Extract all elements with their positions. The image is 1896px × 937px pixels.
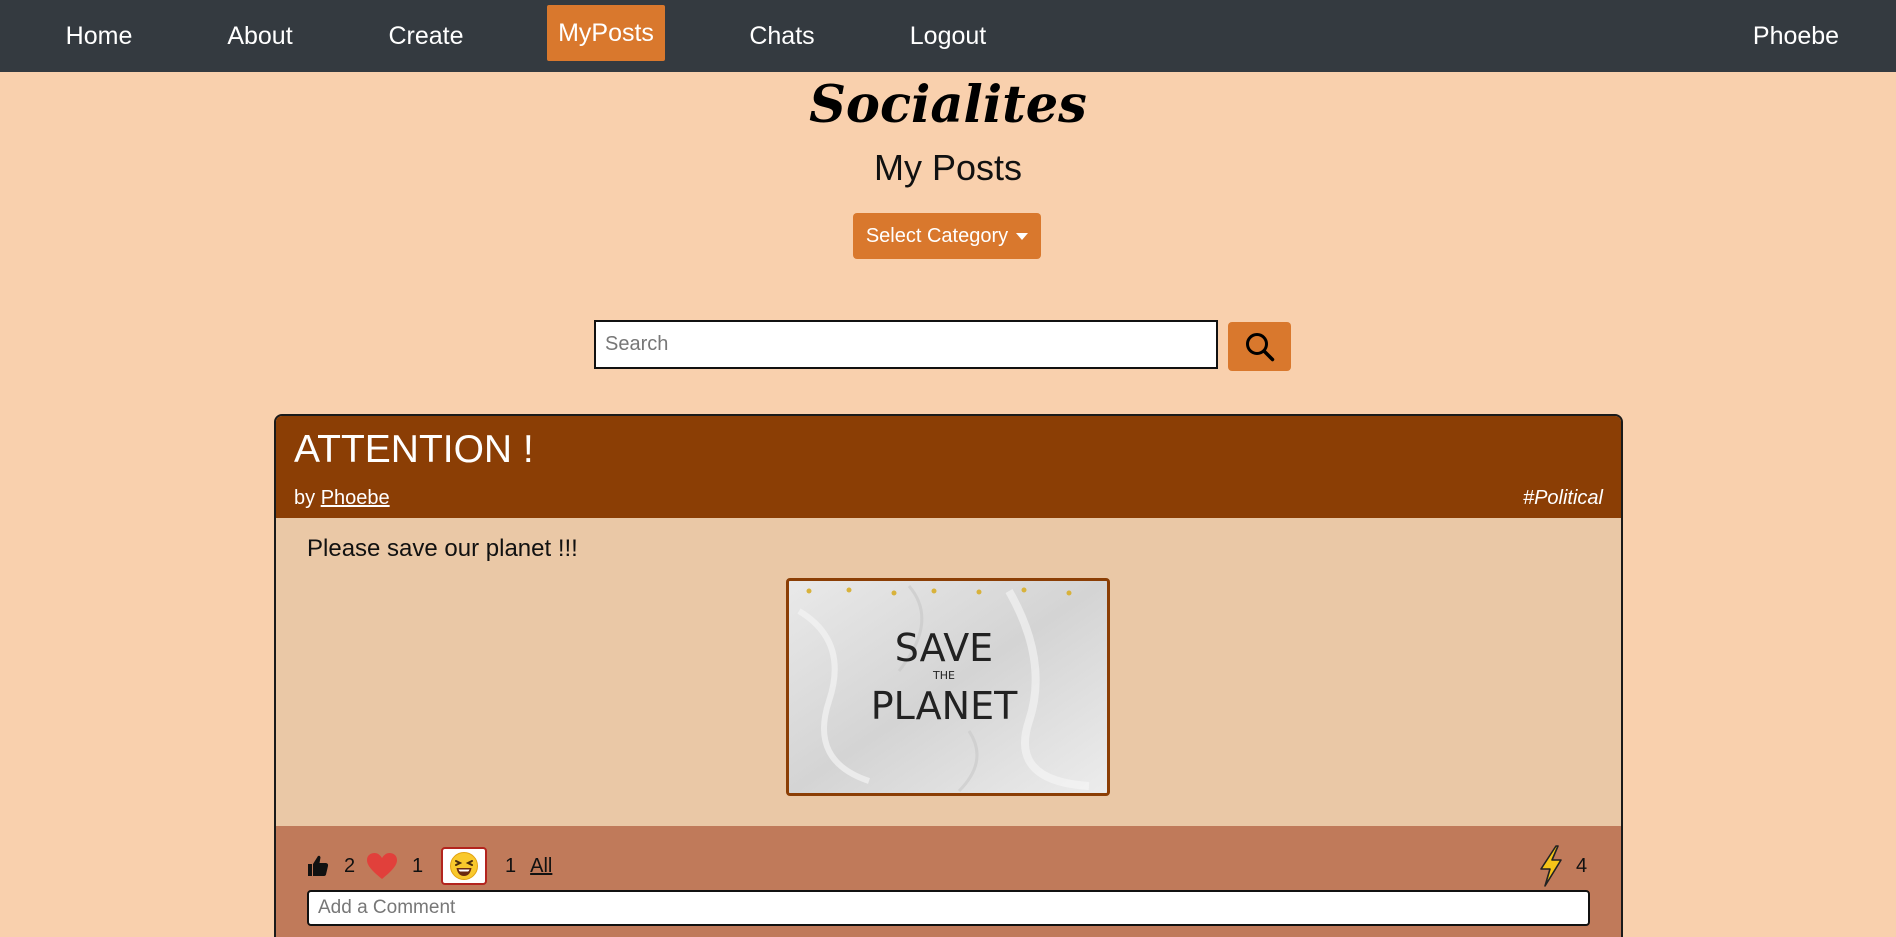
nav-myposts-link[interactable]: MyPosts — [547, 5, 665, 61]
nav-chats-link[interactable]: Chats — [736, 0, 828, 72]
image-text-planet: PLANET — [871, 684, 1018, 728]
laugh-button[interactable] — [441, 847, 487, 885]
image-text-the: THE — [932, 669, 955, 682]
like-button[interactable] — [306, 854, 330, 878]
comment-input[interactable] — [307, 890, 1590, 926]
post-header: ATTENTION ! by Phoebe #Political — [276, 416, 1621, 518]
save-the-planet-image: SAVE THE PLANET — [789, 581, 1107, 793]
laugh-count: 1 — [505, 854, 517, 877]
boost-reaction: 4 — [1538, 845, 1588, 887]
love-count: 1 — [412, 854, 424, 877]
boost-button[interactable] — [1538, 845, 1564, 887]
like-reaction: 2 — [306, 848, 355, 884]
nav-logout-link[interactable]: Logout — [898, 0, 998, 72]
laughing-face-icon — [450, 852, 478, 880]
caret-down-icon — [1016, 232, 1029, 240]
image-text-save: SAVE — [895, 626, 993, 670]
search-input[interactable] — [594, 320, 1218, 369]
lightning-bolt-icon — [1540, 845, 1562, 887]
boost-count: 4 — [1576, 854, 1588, 877]
love-button[interactable] — [366, 852, 398, 880]
post-image[interactable]: SAVE THE PLANET — [786, 578, 1110, 796]
post-byline: by Phoebe — [294, 486, 390, 510]
laugh-reaction: 1 All — [441, 847, 552, 885]
post-category-tag[interactable]: #Political — [1523, 486, 1603, 510]
search-button[interactable] — [1228, 322, 1291, 371]
byline-prefix: by — [294, 487, 316, 509]
select-category-dropdown[interactable]: Select Category — [853, 213, 1041, 259]
page-title: My Posts — [873, 147, 1023, 188]
brand-title: Socialites — [809, 75, 1087, 135]
post-text: Please save our planet !!! — [307, 535, 578, 562]
all-reactions-link[interactable]: All — [530, 855, 552, 878]
thumbs-up-icon — [308, 855, 329, 876]
nav-home-link[interactable]: Home — [52, 0, 146, 72]
nav-about-link[interactable]: About — [212, 0, 308, 72]
post-footer: 2 1 1 All 4 Add a Comment — [276, 826, 1621, 937]
post-author-link[interactable]: Phoebe — [321, 487, 390, 509]
heart-icon — [367, 853, 397, 879]
nav-user-link[interactable]: Phoebe — [1744, 0, 1848, 72]
post-title: ATTENTION ! — [294, 428, 534, 471]
post-body: Please save our planet !!! SAVE THE PLAN… — [276, 518, 1621, 828]
love-reaction: 1 — [366, 848, 423, 884]
nav-create-link[interactable]: Create — [378, 0, 474, 72]
search-icon — [1245, 332, 1274, 361]
post-card: ATTENTION ! by Phoebe #Political Please … — [274, 414, 1623, 937]
top-navbar: Home About Create MyPosts Chats Logout P… — [0, 0, 1896, 72]
select-category-label: Select Category — [865, 224, 1009, 247]
like-count: 2 — [344, 854, 356, 877]
